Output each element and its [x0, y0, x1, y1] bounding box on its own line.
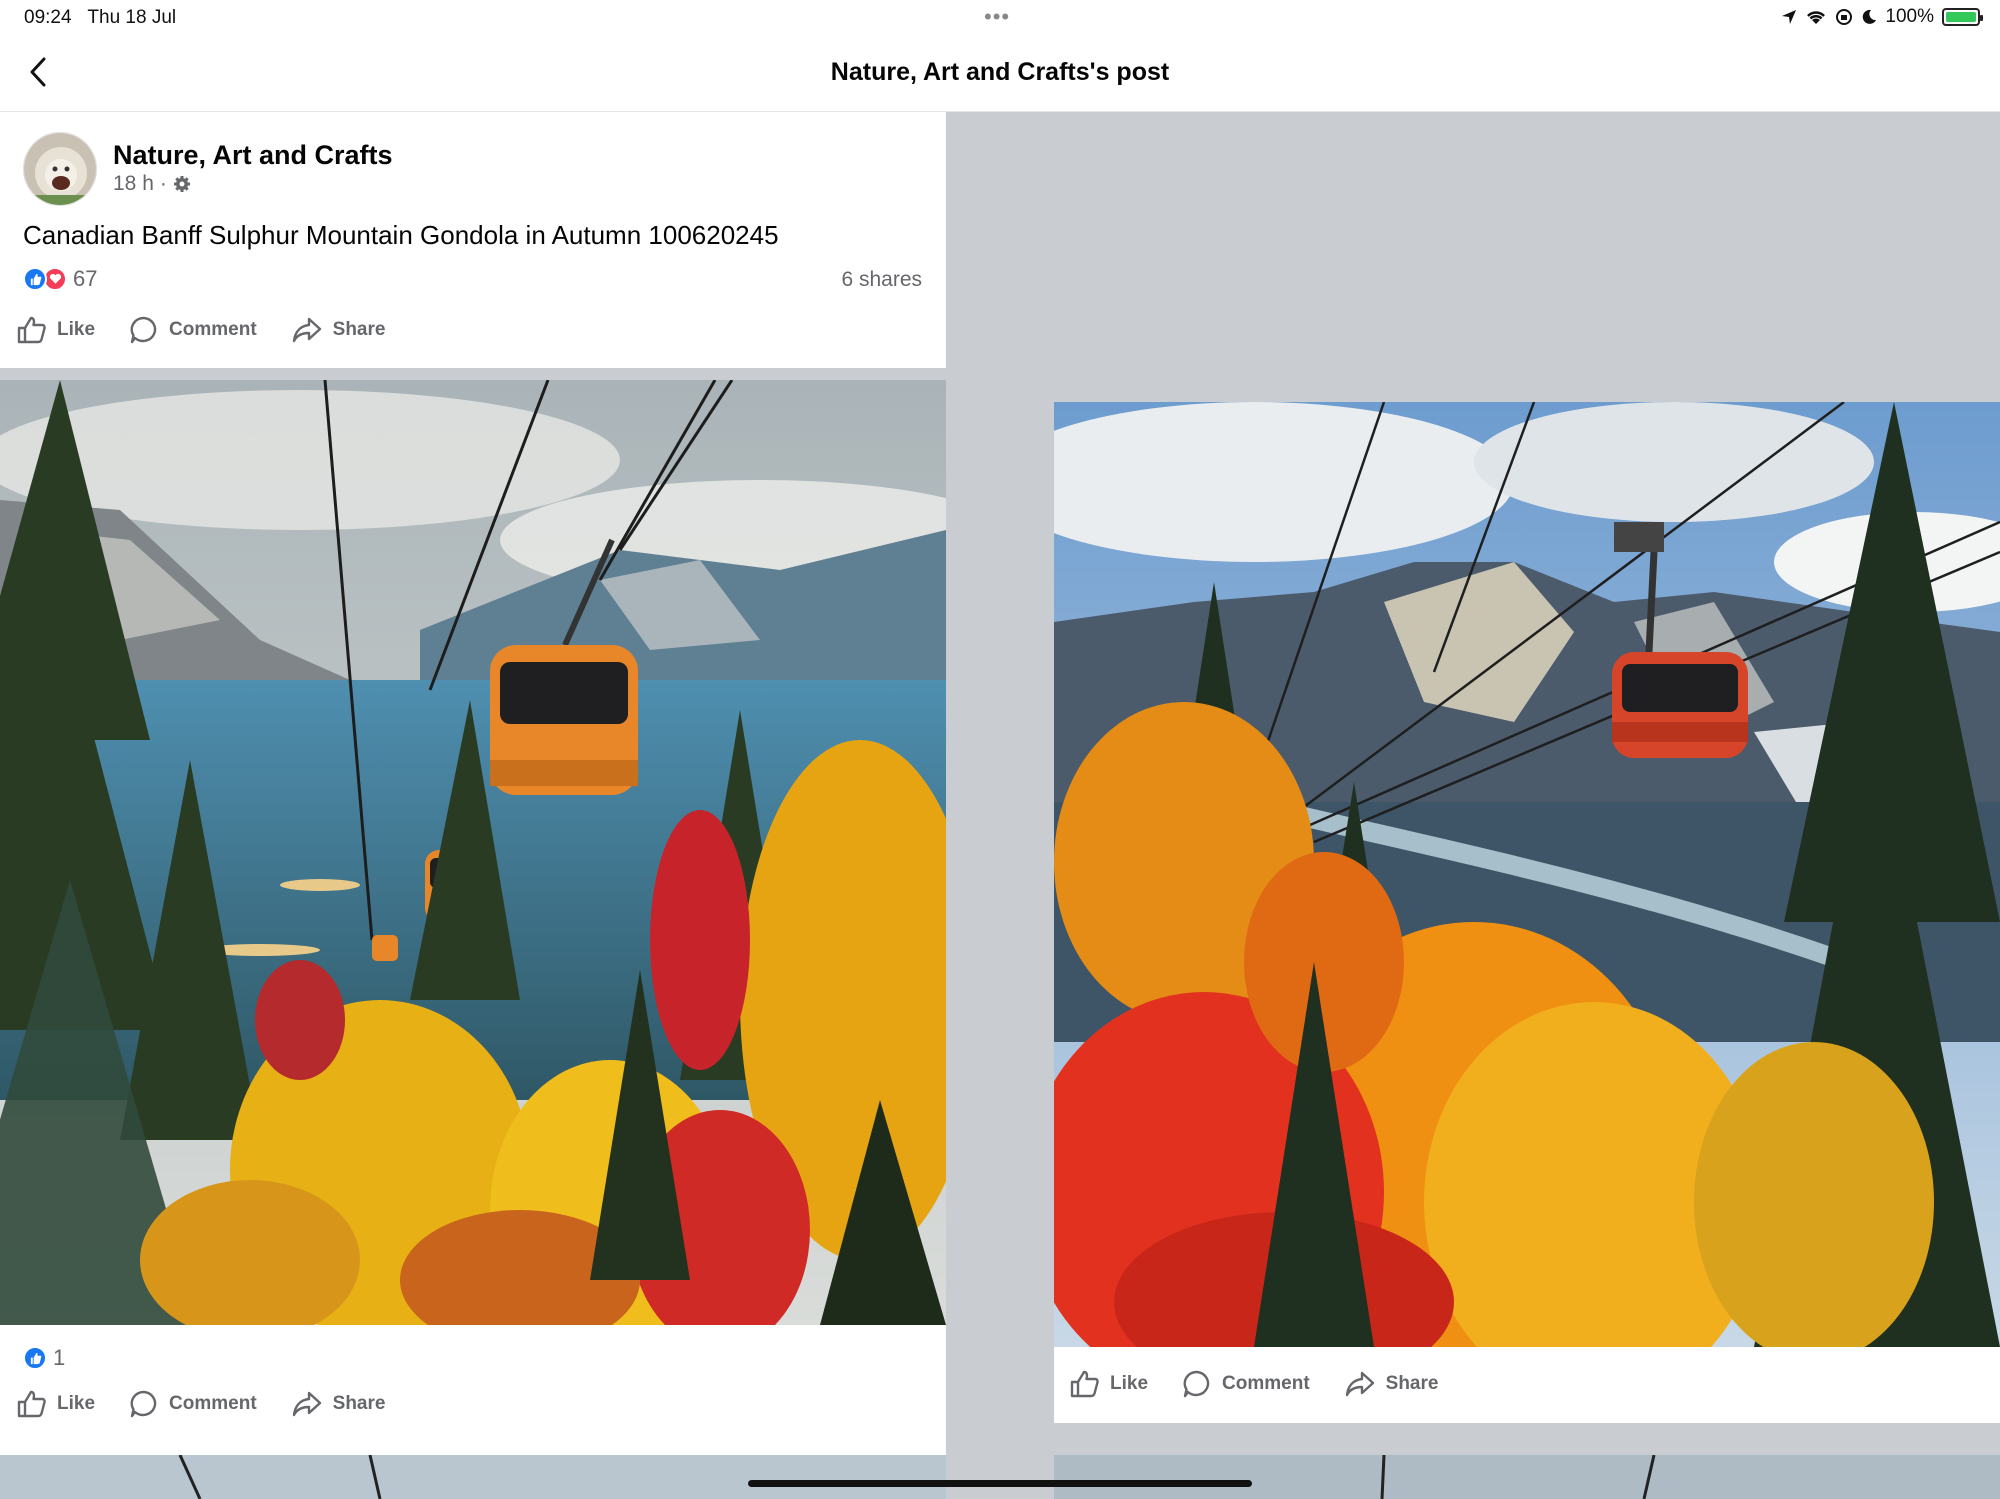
- avatar[interactable]: [23, 132, 97, 206]
- post-author[interactable]: Nature, Art and Crafts: [113, 140, 393, 171]
- status-bar: 09:24 Thu 18 Jul ••• 100%: [0, 0, 2000, 34]
- gear-icon: [173, 176, 190, 192]
- moon-icon: [1863, 9, 1877, 24]
- post-header-card: Nature, Art and Crafts 18 h · Canadian B…: [0, 112, 946, 368]
- photo1-like-button[interactable]: Like: [17, 1390, 95, 1418]
- gondola-autumn-photo-1: [0, 380, 946, 1325]
- reaction-count: 67: [73, 266, 98, 291]
- next-photo-preview-1[interactable]: [0, 1455, 946, 1499]
- like-reaction-icon: [23, 267, 47, 291]
- like-label: Like: [1110, 1373, 1149, 1394]
- comment-label: Comment: [169, 319, 257, 340]
- share-label: Share: [332, 319, 386, 340]
- photo2-like-button[interactable]: Like: [1070, 1370, 1148, 1398]
- share-arrow-icon: [292, 317, 321, 343]
- next-photo-preview-2[interactable]: [1054, 1455, 2000, 1499]
- photo-viewer-column: Like Comment Share: [946, 112, 2000, 1499]
- comment-icon: [130, 1390, 157, 1418]
- lion-avatar-image: [24, 133, 96, 205]
- thumbs-up-icon: [17, 316, 46, 344]
- photo2-action-bar: Like Comment Share: [1070, 1369, 1472, 1399]
- like-label: Like: [57, 1393, 96, 1414]
- meta-separator: ·: [159, 172, 167, 195]
- photo1-action-bar: Like Comment Share: [17, 1389, 419, 1419]
- photo2-comment-button[interactable]: Comment: [1182, 1369, 1310, 1399]
- photo1-reaction-summary[interactable]: 1: [23, 1345, 65, 1371]
- status-icons: 100%: [1781, 6, 1983, 28]
- like-button[interactable]: Like: [17, 316, 95, 344]
- comment-label: Comment: [169, 1393, 257, 1414]
- page-title: Nature, Art and Crafts's post: [830, 58, 1170, 86]
- post-photo-2[interactable]: [1054, 402, 2000, 1347]
- reaction-summary[interactable]: 67: [23, 266, 97, 292]
- comment-button[interactable]: Comment: [129, 315, 257, 345]
- photo1-reaction-count: 1: [53, 1345, 66, 1370]
- comment-label: Comment: [1222, 1373, 1310, 1394]
- comment-icon: [1183, 1370, 1210, 1398]
- comment-icon: [130, 316, 157, 344]
- location-icon: [1782, 10, 1797, 24]
- home-indicator[interactable]: [748, 1480, 1252, 1487]
- photo2-share-button[interactable]: Share: [1344, 1370, 1439, 1398]
- battery-icon: [1942, 8, 1983, 26]
- photo1-share-button[interactable]: Share: [291, 1390, 386, 1418]
- next-photo-image: [1054, 1455, 2000, 1499]
- multitasking-dots[interactable]: •••: [984, 4, 1010, 30]
- post-text: Canadian Banff Sulphur Mountain Gondola …: [23, 220, 779, 250]
- post-action-bar: Like Comment Share: [17, 315, 419, 345]
- battery-percent: 100%: [1885, 6, 1934, 27]
- shares-count[interactable]: 6 shares: [841, 268, 922, 292]
- post-meta: 18 h ·: [113, 172, 191, 196]
- status-time: 09:24 Thu 18 Jul: [24, 7, 177, 28]
- top-navigation: Nature, Art and Crafts's post: [0, 34, 2000, 112]
- like-label: Like: [57, 319, 96, 340]
- photo1-comment-button[interactable]: Comment: [129, 1389, 257, 1419]
- share-label: Share: [332, 1393, 386, 1414]
- share-label: Share: [1385, 1373, 1439, 1394]
- orientation-lock-icon: [1836, 9, 1853, 25]
- share-button[interactable]: Share: [291, 316, 386, 344]
- thumbs-up-icon: [17, 1390, 46, 1418]
- share-arrow-icon: [292, 1391, 321, 1417]
- post-column: Nature, Art and Crafts 18 h · Canadian B…: [0, 112, 946, 1499]
- thumbs-up-icon: [1070, 1370, 1099, 1398]
- post-time[interactable]: 18 h: [113, 172, 154, 196]
- post-photo-1[interactable]: [0, 380, 946, 1325]
- like-reaction-icon: [23, 1346, 47, 1370]
- share-arrow-icon: [1345, 1371, 1374, 1397]
- next-photo-image: [0, 1455, 946, 1499]
- photo2-footer: Like Comment Share: [1054, 1347, 2000, 1423]
- wifi-icon: [1807, 11, 1826, 24]
- gondola-autumn-photo-2: [1054, 402, 2000, 1347]
